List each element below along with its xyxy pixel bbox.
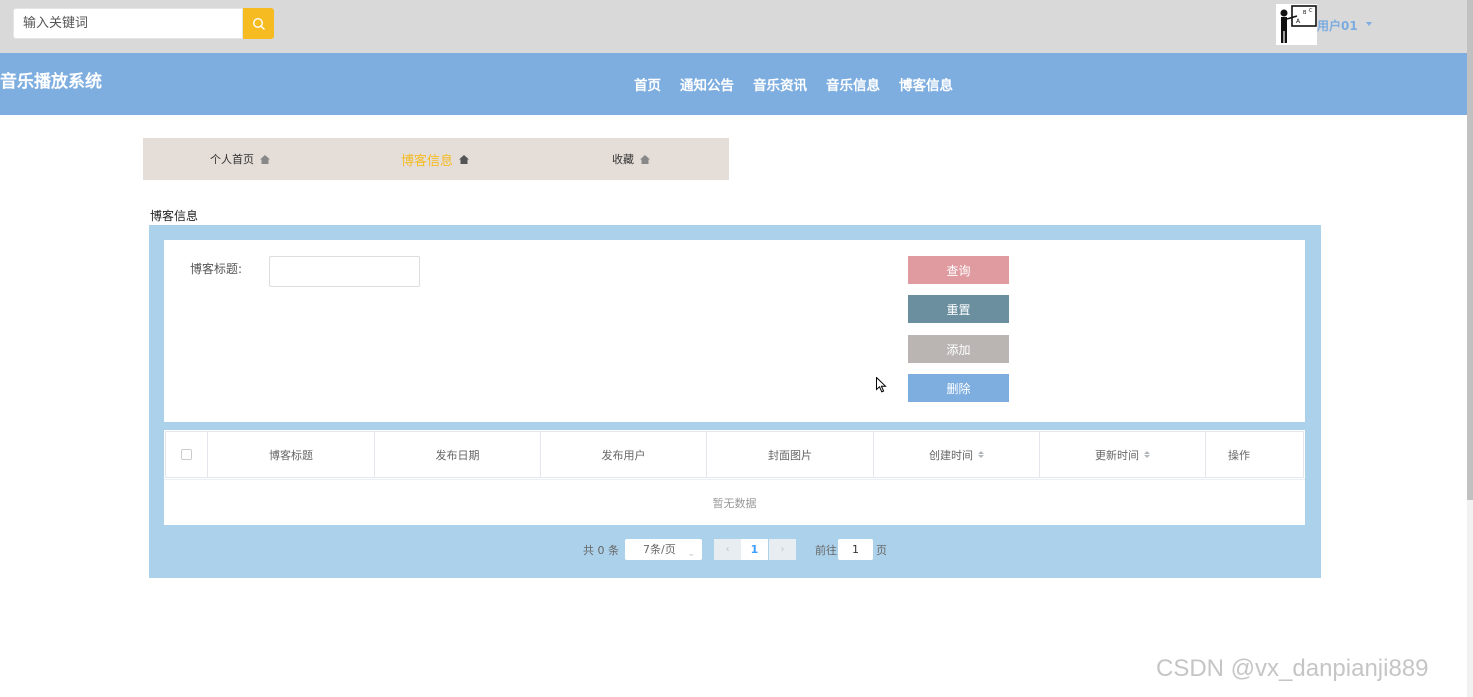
nav-link-blog-info[interactable]: 博客信息 [899, 74, 953, 94]
next-page-button[interactable]: › [769, 539, 796, 560]
search-input[interactable]: 输入关键词 [13, 8, 243, 39]
site-title: 音乐播放系统 [0, 72, 102, 92]
svg-text:C: C [1309, 8, 1313, 14]
prev-page-button[interactable]: ‹ [714, 539, 741, 560]
select-all-cell [166, 432, 208, 477]
home-icon [640, 154, 650, 164]
delete-button[interactable]: 删除 [908, 374, 1009, 402]
empty-state: 暂无数据 [164, 479, 1305, 525]
column-header-sortable[interactable]: 更新时间 [1040, 432, 1206, 477]
nav-link-notice[interactable]: 通知公告 [680, 74, 734, 94]
watermark: CSDN @vx_danpianji889 [1156, 655, 1429, 682]
column-header: 封面图片 [707, 432, 874, 477]
tab-blog-info[interactable]: 博客信息 [401, 138, 470, 180]
page-title: 博客信息 [150, 209, 199, 223]
nav-link-home[interactable]: 首页 [634, 74, 661, 94]
top-bar: 输入关键词 A B C 用户01 [0, 0, 1473, 53]
page-number[interactable]: 1 [741, 539, 768, 560]
profile-tabs: 个人首页 博客信息 收藏 [143, 138, 729, 180]
sort-icon[interactable] [1144, 451, 1150, 458]
nav-link-music-info[interactable]: 音乐信息 [826, 74, 880, 94]
tab-label: 收藏 [612, 153, 634, 166]
sort-icon[interactable] [978, 451, 984, 458]
tab-label: 个人首页 [210, 153, 254, 166]
avatar[interactable]: A B C [1276, 4, 1317, 45]
search-icon [252, 17, 265, 30]
page-suffix: 页 [876, 544, 887, 557]
chevron-down-icon: ⌄ [687, 549, 695, 559]
blog-table: 博客标题 发布日期 发布用户 封面图片 创建时间 更新时间 操作 暂无数据 [164, 430, 1305, 525]
reset-button[interactable]: 重置 [908, 295, 1009, 323]
chevron-left-icon: ‹ [725, 544, 730, 555]
blog-title-label: 博客标题: [190, 262, 243, 276]
tab-label: 博客信息 [401, 153, 454, 169]
chevron-down-icon[interactable] [1366, 22, 1372, 26]
column-header: 发布日期 [375, 432, 541, 477]
filter-card: 博客标题: 查询 重置 添加 删除 [164, 240, 1305, 422]
add-button[interactable]: 添加 [908, 335, 1009, 363]
column-header: 发布用户 [541, 432, 707, 477]
blog-title-input[interactable] [269, 256, 420, 287]
svg-text:B: B [1303, 10, 1307, 16]
user-name[interactable]: 用户01 [1317, 17, 1358, 34]
column-header: 博客标题 [208, 432, 375, 477]
blog-panel: 博客标题: 查询 重置 添加 删除 博客标题 发布日期 发布用户 封面图片 创建… [149, 225, 1321, 578]
nav-bar: 音乐播放系统 首页 通知公告 音乐资讯 音乐信息 博客信息 [0, 53, 1468, 115]
select-all-checkbox[interactable] [181, 449, 192, 460]
tab-favorites[interactable]: 收藏 [612, 138, 650, 180]
chevron-right-icon: › [780, 544, 785, 555]
scrollbar-thumb[interactable] [1467, 0, 1473, 500]
goto-page-input[interactable]: 1 [838, 539, 873, 560]
column-header-sortable[interactable]: 创建时间 [874, 432, 1040, 477]
tab-personal-home[interactable]: 个人首页 [210, 138, 270, 180]
page-size-select[interactable]: 7条/页 ⌄ [625, 539, 702, 560]
search-button[interactable] [243, 8, 274, 39]
table-header: 博客标题 发布日期 发布用户 封面图片 创建时间 更新时间 操作 [165, 431, 1304, 478]
home-icon [260, 154, 270, 164]
column-header: 操作 [1228, 448, 1250, 462]
nav-links: 首页 通知公告 音乐资讯 音乐信息 博客信息 [634, 74, 953, 94]
pagination: 共 0 条 7条/页 ⌄ ‹ 1 › 前往 1 页 [149, 537, 1321, 561]
home-icon [459, 154, 470, 164]
nav-link-music-news[interactable]: 音乐资讯 [753, 74, 807, 94]
goto-label: 前往 [815, 544, 837, 557]
mouse-cursor-icon [876, 377, 887, 393]
total-count: 共 0 条 [583, 544, 619, 557]
query-button[interactable]: 查询 [908, 256, 1009, 284]
